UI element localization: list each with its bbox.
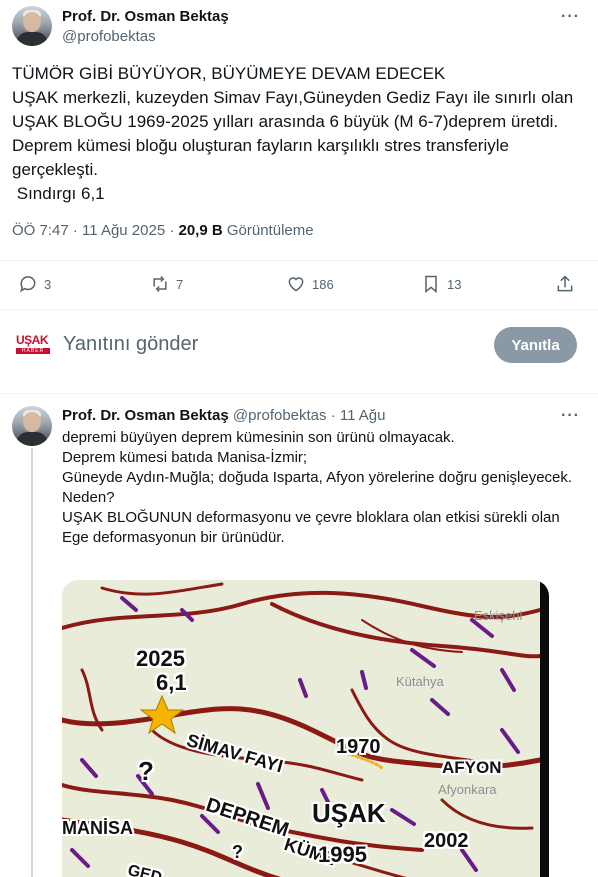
reply-date[interactable]: 11 Ağu bbox=[340, 407, 386, 424]
reply-icon bbox=[20, 276, 36, 293]
map-label-eskisehir: Eskişehi bbox=[474, 608, 523, 623]
reply-tweet-text: depremi büyüyen deprem kümesinin son ürü… bbox=[62, 429, 573, 546]
bookmark-action[interactable]: 13 bbox=[421, 273, 461, 295]
user-avatar-logo[interactable]: UŞAK HABER bbox=[16, 333, 50, 359]
repost-icon bbox=[153, 275, 167, 293]
reply-button[interactable]: Yanıtla bbox=[494, 327, 577, 363]
divider bbox=[0, 393, 598, 394]
author-avatar[interactable] bbox=[12, 6, 52, 46]
tweet-timestamp[interactable]: ÖÖ 7:47 · 11 Ağu 2025 · bbox=[12, 222, 179, 239]
more-options-icon[interactable]: ··· bbox=[561, 407, 580, 425]
fault-lines bbox=[62, 582, 543, 877]
author-handle[interactable]: @profobektas bbox=[62, 28, 156, 45]
tweet-text: TÜMÖR GİBİ BÜYÜYOR, BÜYÜMEYE DEVAM EDECE… bbox=[12, 64, 574, 203]
map-label-2002: 2002 bbox=[424, 830, 469, 852]
views-count: 20,9 B bbox=[178, 222, 223, 239]
logo-subtext: HABER bbox=[16, 348, 50, 354]
reply-author-name[interactable]: Prof. Dr. Osman Bektaş bbox=[62, 407, 229, 424]
map-label-afyonkara: Afyonkara bbox=[438, 782, 497, 797]
like-count: 186 bbox=[312, 276, 334, 292]
repost-action[interactable]: 7 bbox=[150, 273, 183, 295]
map-label-manisa: MANİSA bbox=[62, 818, 133, 838]
like-action[interactable]: 186 bbox=[286, 273, 334, 295]
more-options-icon[interactable]: ··· bbox=[561, 8, 580, 26]
map-label-usak: UŞAK bbox=[312, 798, 386, 828]
repost-count: 7 bbox=[176, 276, 184, 292]
map-label-afyon: AFYON bbox=[442, 758, 502, 777]
map-label-1995: 1995 bbox=[318, 842, 367, 867]
fault-map-image[interactable]: 2025 6,1 SİMAV FAYI ? ? 1970 AFYON Afyon… bbox=[62, 580, 549, 877]
map-label-2025: 2025 bbox=[136, 646, 185, 671]
map-label-1970: 1970 bbox=[336, 736, 381, 758]
bookmark-icon bbox=[425, 275, 437, 294]
reply-author-handle[interactable]: @profobektas bbox=[233, 407, 327, 424]
reply-action[interactable]: 3 bbox=[18, 273, 51, 295]
map-label-question-2: ? bbox=[232, 842, 243, 862]
share-icon bbox=[557, 275, 573, 292]
tweet-meta: ÖÖ 7:47 · 11 Ağu 2025 · 20,9 B Görüntüle… bbox=[12, 222, 314, 239]
epicenter-star-icon bbox=[139, 694, 185, 735]
share-action[interactable] bbox=[555, 273, 575, 295]
divider bbox=[0, 309, 598, 310]
author-name[interactable]: Prof. Dr. Osman Bektaş bbox=[62, 8, 229, 25]
reply-count: 3 bbox=[44, 276, 52, 292]
image-edge-bar bbox=[540, 580, 549, 877]
map-label-magnitude: 6,1 bbox=[156, 670, 187, 695]
map-label-kutahya: Kütahya bbox=[396, 674, 444, 689]
reply-author-avatar[interactable] bbox=[12, 406, 52, 446]
separator: · bbox=[326, 407, 340, 424]
heart-icon bbox=[288, 277, 304, 292]
bookmark-count: 13 bbox=[447, 276, 462, 292]
thread-line bbox=[31, 448, 33, 877]
reply-header: Prof. Dr. Osman Bektaş @profobektas · 11… bbox=[62, 407, 385, 424]
views-label: Görüntüleme bbox=[222, 222, 314, 239]
logo-text: UŞAK bbox=[16, 333, 49, 347]
divider bbox=[0, 260, 598, 261]
reply-input[interactable]: Yanıtını gönder bbox=[63, 333, 198, 356]
map-label-question-1: ? bbox=[138, 756, 154, 786]
